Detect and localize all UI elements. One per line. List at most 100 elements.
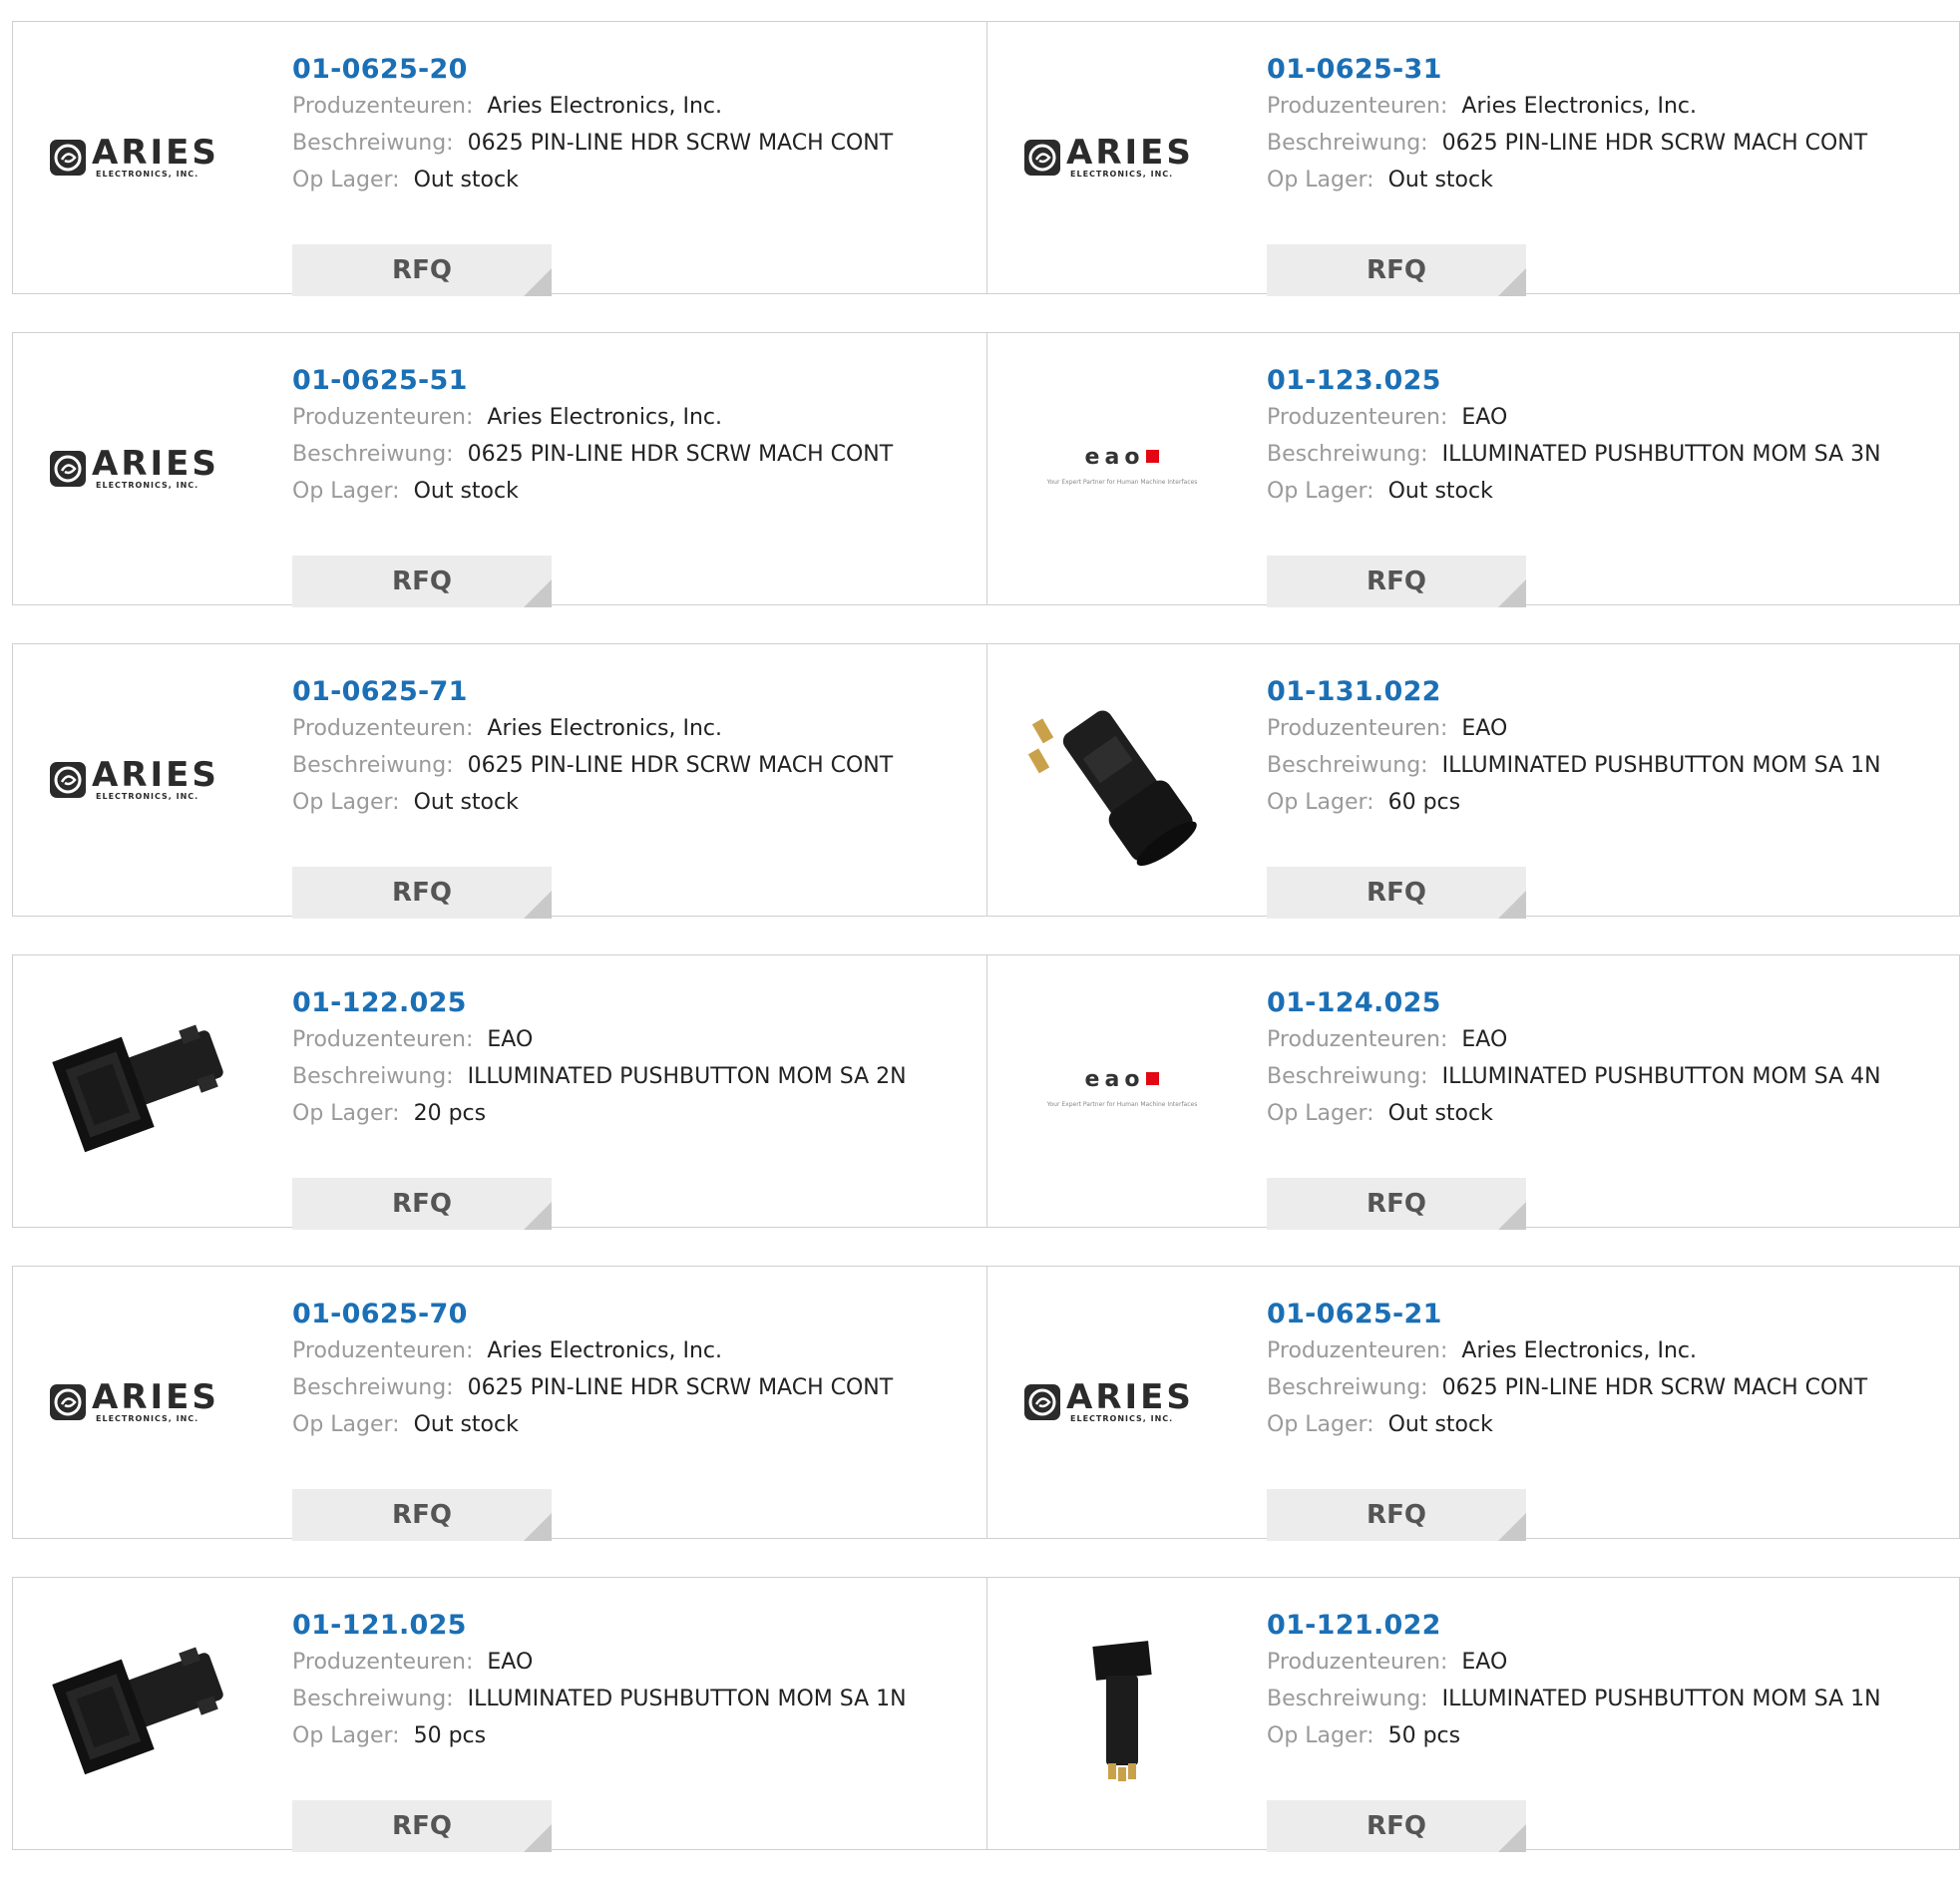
corner-triangle-icon — [524, 1202, 552, 1230]
rfq-button[interactable]: RFQ — [292, 1178, 552, 1230]
manufacturer-label: Produzenteuren: — [1267, 1338, 1448, 1363]
product-image[interactable]: ARIES ELECTRONICS, INC. — [48, 58, 247, 257]
product-image[interactable]: ARIES ELECTRONICS, INC. — [48, 680, 247, 880]
description-line: Beschreiwung: 0625 PIN-LINE HDR SCRW MACH… — [1267, 1369, 1939, 1406]
description-label: Beschreiwung: — [1267, 1375, 1428, 1400]
rfq-button[interactable]: RFQ — [292, 556, 552, 607]
corner-triangle-icon — [1498, 1513, 1526, 1541]
stock-label: Op Lager: — [292, 1101, 400, 1126]
rfq-button[interactable]: RFQ — [292, 1800, 552, 1852]
description-value: ILLUMINATED PUSHBUTTON MOM SA 1N — [467, 1687, 907, 1711]
small-pushbutton-image — [1092, 1641, 1152, 1781]
corner-triangle-icon — [1498, 1202, 1526, 1230]
product-info: 01-0625-20 Produzenteuren: Aries Electron… — [292, 52, 967, 296]
description-label: Beschreiwung: — [292, 131, 454, 156]
product-row: ARIES ELECTRONICS, INC. 01-0625-20 Produ… — [12, 21, 1960, 296]
stock-line: Op Lager: Out stock — [292, 162, 967, 198]
product-info: 01-0625-71 Produzenteuren: Aries Electron… — [292, 674, 967, 919]
stock-label: Op Lager: — [1267, 1101, 1374, 1126]
aries-wordmark: ARIES — [92, 755, 219, 795]
part-number-link[interactable]: 01-0625-20 — [292, 52, 967, 88]
description-line: Beschreiwung: ILLUMINATED PUSHBUTTON MOM … — [1267, 747, 1939, 784]
part-number-link[interactable]: 01-0625-31 — [1267, 52, 1939, 88]
corner-triangle-icon — [524, 891, 552, 919]
product-card: eao Your Expert Partner for Human Machin… — [987, 332, 1960, 607]
round-pushbutton-image — [1027, 710, 1197, 867]
description-value: 0625 PIN-LINE HDR SCRW MACH CONT — [467, 1375, 894, 1400]
rfq-button[interactable]: RFQ — [1267, 244, 1526, 296]
part-number-link[interactable]: 01-123.025 — [1267, 363, 1939, 399]
square-pushbutton-image — [52, 1024, 223, 1153]
stock-label: Op Lager: — [292, 790, 400, 815]
description-value: 0625 PIN-LINE HDR SCRW MACH CONT — [1441, 1375, 1868, 1400]
part-number-link[interactable]: 01-0625-71 — [292, 674, 967, 710]
rfq-label: RFQ — [1367, 255, 1426, 285]
description-line: Beschreiwung: ILLUMINATED PUSHBUTTON MOM … — [1267, 436, 1939, 473]
aries-wordmark: ARIES — [92, 133, 219, 173]
description-label: Beschreiwung: — [1267, 1687, 1428, 1711]
product-image[interactable]: ARIES ELECTRONICS, INC. — [1022, 1303, 1222, 1502]
product-info: 01-0625-21 Produzenteuren: Aries Electron… — [1267, 1297, 1939, 1541]
rfq-label: RFQ — [392, 1189, 452, 1219]
product-image[interactable] — [1022, 680, 1222, 880]
rfq-button[interactable]: RFQ — [1267, 1800, 1526, 1852]
manufacturer-line: Produzenteuren: Aries Electronics, Inc. — [292, 1332, 967, 1369]
rfq-button[interactable]: RFQ — [292, 244, 552, 296]
rfq-button[interactable]: RFQ — [292, 1489, 552, 1541]
product-image[interactable]: ARIES ELECTRONICS, INC. — [48, 1303, 247, 1502]
eao-wordmark: eao — [1084, 445, 1145, 470]
product-image[interactable]: ARIES ELECTRONICS, INC. — [48, 369, 247, 568]
stock-line: Op Lager: 60 pcs — [1267, 784, 1939, 821]
manufacturer-value: EAO — [1461, 1650, 1508, 1675]
product-info: 01-121.025 Produzenteuren: EAO Beschreiwu… — [292, 1608, 967, 1852]
rfq-button[interactable]: RFQ — [292, 867, 552, 919]
product-image[interactable] — [48, 991, 247, 1191]
part-number-link[interactable]: 01-122.025 — [292, 985, 967, 1021]
rfq-button[interactable]: RFQ — [1267, 1178, 1526, 1230]
manufacturer-label: Produzenteuren: — [292, 405, 474, 430]
product-image[interactable]: eao Your Expert Partner for Human Machin… — [1022, 991, 1222, 1191]
corner-triangle-icon — [524, 579, 552, 607]
manufacturer-value: Aries Electronics, Inc. — [487, 405, 723, 430]
aries-subtitle: ELECTRONICS, INC. — [1070, 1414, 1174, 1423]
product-image[interactable]: eao Your Expert Partner for Human Machin… — [1022, 369, 1222, 568]
part-number-link[interactable]: 01-131.022 — [1267, 674, 1939, 710]
stock-value: Out stock — [413, 479, 519, 504]
rfq-label: RFQ — [392, 566, 452, 596]
aries-subtitle: ELECTRONICS, INC. — [1070, 170, 1174, 179]
rfq-label: RFQ — [1367, 878, 1426, 908]
part-number-link[interactable]: 01-0625-51 — [292, 363, 967, 399]
product-row: ARIES ELECTRONICS, INC. 01-0625-51 Produ… — [12, 332, 1960, 607]
stock-label: Op Lager: — [292, 479, 400, 504]
description-label: Beschreiwung: — [1267, 442, 1428, 467]
rfq-button[interactable]: RFQ — [1267, 867, 1526, 919]
manufacturer-value: EAO — [1461, 405, 1508, 430]
stock-value: 20 pcs — [413, 1101, 487, 1126]
stock-value: Out stock — [413, 790, 519, 815]
rfq-button[interactable]: RFQ — [1267, 556, 1526, 607]
rfq-label: RFQ — [1367, 1811, 1426, 1841]
eao-logo: eao Your Expert Partner for Human Machin… — [1022, 1066, 1222, 1116]
aries-logo: ARIES ELECTRONICS, INC. — [48, 750, 247, 810]
part-number-link[interactable]: 01-124.025 — [1267, 985, 1939, 1021]
part-number-link[interactable]: 01-0625-70 — [292, 1297, 967, 1332]
rfq-label: RFQ — [1367, 1189, 1426, 1219]
manufacturer-line: Produzenteuren: Aries Electronics, Inc. — [1267, 1332, 1939, 1369]
rfq-button[interactable]: RFQ — [1267, 1489, 1526, 1541]
part-number-link[interactable]: 01-121.025 — [292, 1608, 967, 1644]
eao-square-icon — [1146, 450, 1160, 463]
product-image[interactable] — [48, 1614, 247, 1813]
product-image[interactable]: ARIES ELECTRONICS, INC. — [1022, 58, 1222, 257]
stock-value: 50 pcs — [1387, 1723, 1461, 1748]
description-label: Beschreiwung: — [1267, 131, 1428, 156]
manufacturer-line: Produzenteuren: Aries Electronics, Inc. — [292, 710, 967, 747]
part-number-link[interactable]: 01-0625-21 — [1267, 1297, 1939, 1332]
part-number-link[interactable]: 01-121.022 — [1267, 1608, 1939, 1644]
description-value: 0625 PIN-LINE HDR SCRW MACH CONT — [1441, 131, 1868, 156]
stock-label: Op Lager: — [292, 1412, 400, 1437]
description-line: Beschreiwung: ILLUMINATED PUSHBUTTON MOM … — [1267, 1058, 1939, 1095]
manufacturer-line: Produzenteuren: EAO — [292, 1021, 967, 1058]
product-image[interactable] — [1022, 1614, 1222, 1813]
aries-logo: ARIES ELECTRONICS, INC. — [48, 439, 247, 499]
description-value: ILLUMINATED PUSHBUTTON MOM SA 3N — [1441, 442, 1881, 467]
